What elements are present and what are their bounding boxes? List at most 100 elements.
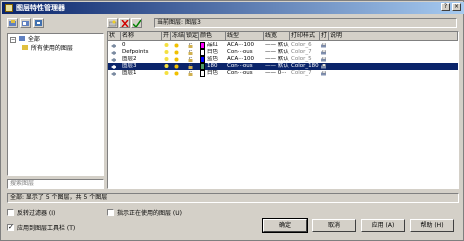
printer-icon[interactable] [321, 57, 326, 62]
search-layer-input[interactable]: 搜索图层 [7, 179, 104, 189]
lightbulb-icon[interactable] [164, 57, 169, 62]
layer-color-name[interactable]: 品红 [207, 42, 225, 49]
unlock-icon[interactable] [188, 71, 193, 76]
color-swatch[interactable] [200, 70, 205, 77]
sun-icon[interactable] [174, 43, 179, 48]
sun-icon[interactable] [174, 71, 179, 76]
layer-lineweight[interactable]: —— 默认 [265, 56, 289, 63]
printer-icon[interactable] [321, 64, 326, 69]
help-title-button[interactable]: ? [441, 3, 450, 11]
status-bar: 全部: 显示了 5 个图层，共 5 个图层 [7, 193, 459, 203]
apply-to-toolbar-checkbox[interactable]: 应用到图层工具栏 (T) [7, 223, 75, 232]
layer-list-header: 状 名称 开 冻结 锁定 颜色 线型 线宽 打印样式 打 说明 [108, 32, 458, 41]
layer-name[interactable]: 图层1 [122, 70, 162, 77]
col-plot[interactable]: 打 [320, 32, 329, 41]
printer-icon[interactable] [321, 50, 326, 55]
sun-icon[interactable] [174, 64, 179, 69]
invert-filter-checkbox[interactable]: 反转过滤器 (I) [7, 208, 55, 217]
layer-lineweight[interactable]: —— 默认 [265, 42, 289, 49]
layer-row[interactable]: 图层2 蓝色 ACA···100 —— 默认 Color_5 [108, 56, 458, 63]
lightbulb-icon[interactable] [164, 71, 169, 76]
layer-row[interactable]: 图层1 白色 Con···ous —— 0··· Color_7 [108, 70, 458, 77]
layer-states-manager-button[interactable] [33, 18, 44, 28]
color-swatch[interactable] [200, 42, 205, 49]
close-title-button[interactable]: × [452, 3, 461, 11]
filter-icon [9, 20, 16, 26]
invert-filter-box[interactable] [7, 209, 14, 216]
layer-name[interactable]: 0 [122, 42, 162, 49]
show-used-layers-box[interactable] [107, 209, 114, 216]
layer-lineweight[interactable]: —— 默认 [265, 49, 289, 56]
unlock-icon[interactable] [188, 50, 193, 55]
show-used-layers-checkbox[interactable]: 指示正在使用的图层 (U) [107, 208, 182, 217]
unlock-icon[interactable] [188, 43, 193, 48]
layer-linetype[interactable]: Con···ous [227, 63, 263, 70]
unlock-icon[interactable] [188, 64, 193, 69]
col-status[interactable]: 状 [108, 32, 121, 41]
layer-row[interactable]: 图层3 180 Con···ous —— 默认 Color_180 [108, 63, 458, 70]
layer-name[interactable]: Defpoints [122, 49, 162, 56]
col-description[interactable]: 说明 [329, 32, 458, 41]
tree-node-used-label: 所有使用的图层 [30, 45, 73, 52]
lightbulb-icon[interactable] [164, 43, 169, 48]
invert-filter-label: 反转过滤器 (I) [17, 210, 56, 217]
layer-color-name[interactable]: 180 [207, 63, 225, 70]
sun-icon[interactable] [174, 57, 179, 62]
col-color[interactable]: 颜色 [199, 32, 226, 41]
printer-icon[interactable] [321, 71, 326, 76]
col-plot-style[interactable]: 打印样式 [290, 32, 320, 41]
col-freeze[interactable]: 冻结 [171, 32, 185, 41]
sun-icon[interactable] [174, 50, 179, 55]
layer-plot-style[interactable]: Color_7 [291, 49, 319, 56]
apply-to-toolbar-box[interactable] [7, 223, 14, 231]
lightbulb-icon[interactable] [164, 50, 169, 55]
collapse-toggle-icon[interactable]: − [10, 37, 16, 43]
col-lock[interactable]: 锁定 [185, 32, 199, 41]
layer-name[interactable]: 图层3 [122, 63, 162, 70]
current-layer-label: 当前图层 [157, 19, 182, 26]
layer-plot-style[interactable]: Color_180 [291, 63, 319, 70]
color-swatch[interactable] [200, 56, 205, 63]
layer-plot-style[interactable]: Color_6 [291, 42, 319, 49]
color-swatch[interactable] [200, 63, 205, 70]
color-swatch[interactable] [200, 49, 205, 56]
filter-tree[interactable]: − 全部 所有使用的图层 [7, 33, 104, 176]
layer-properties-manager-window: 图层特性管理器 ? × 当前图层: 图层3 − 全部 所有使用的图层 搜索图层 [0, 0, 464, 241]
layer-linetype[interactable]: ACA···100 [227, 56, 263, 63]
tree-node-used-layers[interactable]: 所有使用的图层 [22, 45, 73, 53]
layer-list[interactable]: 状 名称 开 冻结 锁定 颜色 线型 线宽 打印样式 打 说明 0 品红 ACA··… [107, 31, 459, 189]
apply-button[interactable]: 应用 (A) [361, 219, 405, 232]
window-title: 图层特性管理器 [16, 4, 65, 12]
help-button[interactable]: 帮助 (H) [410, 219, 454, 232]
new-layer-button[interactable] [107, 18, 118, 28]
lightbulb-icon[interactable] [164, 64, 169, 69]
unlock-icon[interactable] [188, 57, 193, 62]
filter-folder-icon [18, 36, 25, 41]
layer-lineweight[interactable]: —— 默认 [265, 63, 289, 70]
set-current-button[interactable] [131, 18, 142, 28]
layer-row[interactable]: 0 品红 ACA···100 —— 默认 Color_6 [108, 42, 458, 49]
ok-button[interactable]: 确定 [262, 218, 308, 233]
layer-plot-style[interactable]: Color_5 [291, 56, 319, 63]
layer-row[interactable]: Defpoints 白色 Con···ous —— 默认 Color_7 [108, 49, 458, 56]
delete-layer-button[interactable] [119, 18, 130, 28]
col-lineweight[interactable]: 线宽 [264, 32, 290, 41]
layer-linetype[interactable]: ACA···100 [227, 42, 263, 49]
tree-node-all[interactable]: − 全部 [10, 36, 40, 44]
layer-lineweight[interactable]: —— 0··· [265, 70, 289, 77]
layer-color-name[interactable]: 蓝色 [207, 56, 225, 63]
layer-linetype[interactable]: Con···ous [227, 70, 263, 77]
new-property-filter-button[interactable] [7, 18, 18, 28]
cancel-button[interactable]: 取消 [312, 219, 356, 232]
printer-icon[interactable] [321, 43, 326, 48]
col-name[interactable]: 名称 [121, 32, 162, 41]
layer-name[interactable]: 图层2 [122, 56, 162, 63]
col-on[interactable]: 开 [162, 32, 171, 41]
layer-color-name[interactable]: 白色 [207, 70, 225, 77]
layer-color-name[interactable]: 白色 [207, 49, 225, 56]
new-group-filter-button[interactable] [20, 18, 31, 28]
col-linetype[interactable]: 线型 [226, 32, 264, 41]
layer-linetype[interactable]: Con···ous [227, 49, 263, 56]
layer-plot-style[interactable]: Color_7 [291, 70, 319, 77]
layer-status-icon [111, 72, 116, 76]
